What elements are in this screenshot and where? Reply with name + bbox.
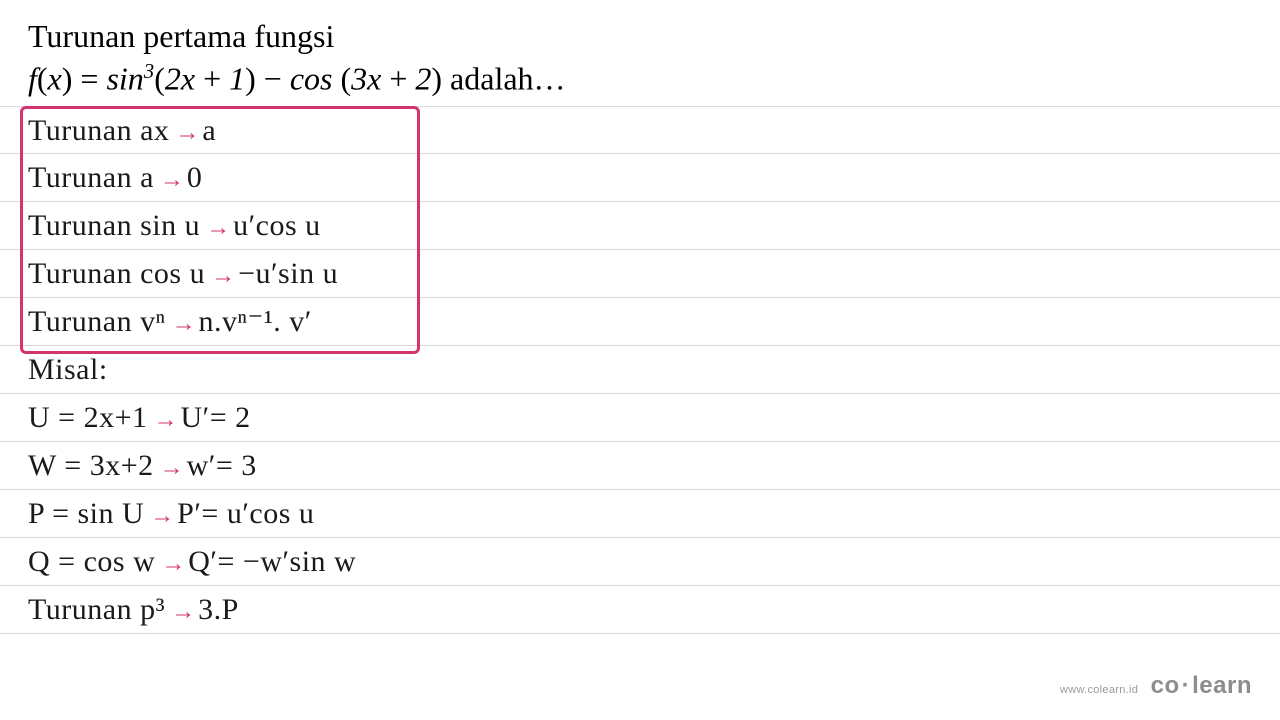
footer-url: www.colearn.id <box>1060 684 1138 696</box>
rule-power: Turunan vⁿn.vⁿ⁻¹. v′ <box>0 298 1280 346</box>
arrow-icon <box>172 300 193 348</box>
arrow-icon <box>154 396 175 444</box>
dot-icon: · <box>1182 672 1191 699</box>
rule-ax: Turunan axa <box>0 106 1280 154</box>
arrow-icon <box>175 109 196 157</box>
turunan-p3: Turunan p³3.P <box>0 586 1280 634</box>
page: Turunan pertama fungsi f(x) = sin3(2x + … <box>0 0 1280 720</box>
question-title: Turunan pertama fungsi <box>0 16 1280 58</box>
arrow-icon <box>161 540 182 588</box>
arrow-icon <box>160 156 181 204</box>
misal-label: Misal: <box>0 346 1280 394</box>
brand-logo: co·learn <box>1151 672 1252 699</box>
arrow-icon <box>171 588 192 636</box>
let-q: Q = cos wQ′= −w′sin w <box>0 538 1280 586</box>
let-w: W = 3x+2w′= 3 <box>0 442 1280 490</box>
let-u: U = 2x+1U′= 2 <box>0 394 1280 442</box>
rule-constant: Turunan a0 <box>0 154 1280 202</box>
question-formula: f(x) = sin3(2x + 1) − cos (3x + 2) adala… <box>0 58 1280 100</box>
rule-sin: Turunan sin uu′cos u <box>0 202 1280 250</box>
lined-paper: Turunan axa Turunan a0 Turunan sin uu′co… <box>0 106 1280 634</box>
footer: www.colearn.id co·learn <box>1060 672 1252 700</box>
arrow-icon <box>160 444 181 492</box>
arrow-icon <box>150 492 171 540</box>
let-p: P = sin UP′= u′cos u <box>0 490 1280 538</box>
arrow-icon <box>206 204 227 252</box>
arrow-icon <box>211 252 232 300</box>
rules-box-area: Turunan axa Turunan a0 Turunan sin uu′co… <box>0 106 1280 346</box>
rule-cos: Turunan cos u−u′sin u <box>0 250 1280 298</box>
